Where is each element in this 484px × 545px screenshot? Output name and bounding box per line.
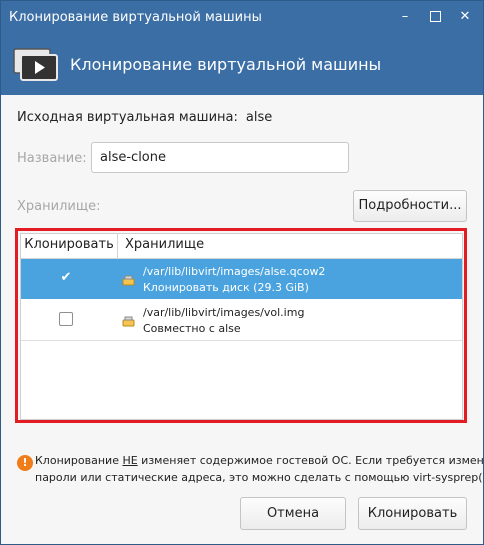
storage-table: Клонировать Хранилище ✔ /var/lib/libvirt… [20,233,463,420]
details-button[interactable]: Подробности... [353,190,467,222]
disk-icon [122,313,135,332]
name-label: Название: [17,151,87,166]
storage-path: /var/lib/libvirt/images/vol.img [143,306,305,319]
title-bar: Клонирование виртуальной машины – ✕ [1,1,483,35]
cancel-button[interactable]: Отмена [240,497,346,530]
close-icon[interactable]: ✕ [457,9,473,25]
window-title: Клонирование виртуальной машины [9,10,262,25]
maximize-icon[interactable] [427,9,443,25]
clone-button[interactable]: Клонировать [358,497,467,530]
header-title: Клонирование виртуальной машины [70,55,382,74]
disk-icon [122,272,135,291]
storage-detail: Клонировать диск (29.3 GiB) [143,281,309,294]
source-vm-row: Исходная виртуальная машина: alse [17,110,272,125]
source-vm-label: Исходная виртуальная машина: [17,110,238,125]
column-header-storage[interactable]: Хранилище [125,234,204,256]
column-header-clone[interactable]: Клонировать [21,234,118,258]
table-header: Клонировать Хранилище [21,234,462,259]
clone-checkbox-unchecked[interactable] [59,312,73,326]
clone-note-line1: Клонирование НЕ изменяет содержимое гост… [35,454,484,467]
minimize-icon[interactable]: – [397,9,413,25]
note-prefix: Клонирование [35,454,123,467]
table-row[interactable]: ✔ /var/lib/libvirt/images/alse.qcow2 Кло… [21,259,462,299]
storage-label: Хранилище: [17,199,101,214]
clone-checkbox-checked[interactable]: ✔ [59,271,73,285]
clone-vm-dialog: Клонирование виртуальной машины – ✕ Клон… [0,0,484,545]
clone-note-line2: пароли или статические адреса, это можно… [35,471,484,484]
vm-screen-icon [13,47,59,87]
dialog-header: Клонирование виртуальной машины [1,35,483,95]
table-row[interactable]: /var/lib/libvirt/images/vol.img Совместн… [21,300,462,341]
note-emphasis: НЕ [122,454,138,467]
note-line1-rest: изменяет содержимое гостевой ОС. Если тр… [137,454,484,467]
name-input[interactable] [91,142,349,173]
storage-detail: Совместно с alse [143,322,241,335]
source-vm-value: alse [245,110,273,125]
storage-path: /var/lib/libvirt/images/alse.qcow2 [143,265,326,278]
warning-icon: ! [17,455,33,471]
